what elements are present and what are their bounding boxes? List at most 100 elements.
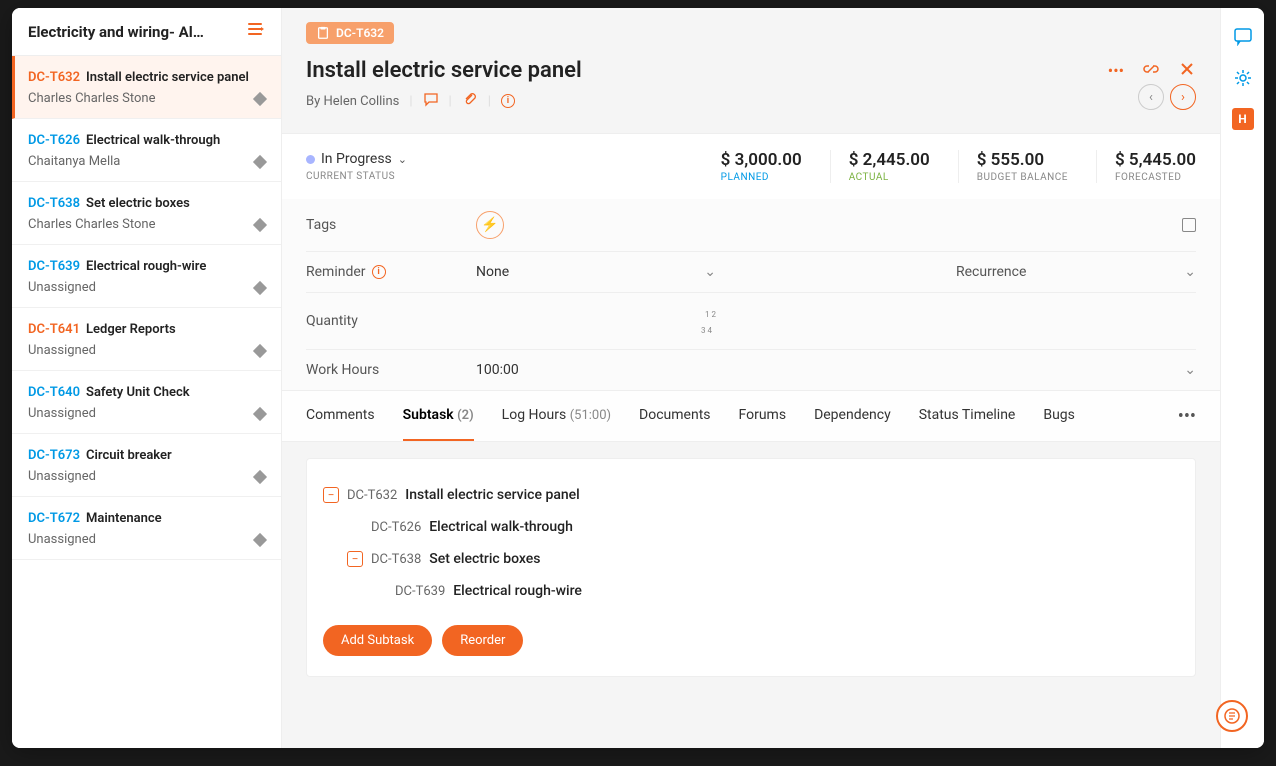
planned-label: PLANNED <box>721 172 802 183</box>
details-section: Tags ⚡ Reminder i None⌄ Recurrence⌄ Quan… <box>282 199 1220 390</box>
tab-timeline[interactable]: Status Timeline <box>919 391 1016 441</box>
clipboard-icon <box>316 26 330 40</box>
task-id-badge[interactable]: DC-T632 <box>306 22 394 44</box>
sidebar-header: Electricity and wiring- Al… ⌄ <box>12 8 281 56</box>
collapse-icon[interactable]: − <box>323 487 339 503</box>
task-name: Set electric boxes <box>86 196 190 211</box>
balance-label: BUDGET BALANCE <box>977 172 1068 183</box>
close-icon[interactable] <box>1178 60 1196 82</box>
task-id: DC-T632 <box>28 70 80 85</box>
status-sublabel: CURRENT STATUS <box>306 171 407 182</box>
prev-button[interactable]: ‹ <box>1138 84 1164 110</box>
task-assignee: Charles Charles Stone <box>28 217 156 232</box>
priority-icon <box>253 91 267 105</box>
subtask-name: Electrical walk-through <box>429 519 573 535</box>
balance-block: $ 555.00 BUDGET BALANCE <box>958 150 1068 183</box>
sidebar: Electricity and wiring- Al… ⌄ DC-T632Ins… <box>12 8 282 748</box>
task-item[interactable]: DC-T626Electrical walk-throughChaitanya … <box>12 119 281 182</box>
task-name: Safety Unit Check <box>86 385 190 400</box>
task-id: DC-T641 <box>28 322 80 337</box>
tab-comments[interactable]: Comments <box>306 391 375 441</box>
priority-icon <box>253 154 267 168</box>
status-dropdown[interactable]: In Progress ⌄ <box>306 151 407 167</box>
badge-id-text: DC-T632 <box>336 26 384 40</box>
subtask-id: DC-T638 <box>371 552 421 567</box>
workhours-value: 100:00 <box>476 362 716 378</box>
chat-panel-icon[interactable] <box>1231 24 1255 48</box>
info-icon[interactable]: i <box>372 265 386 279</box>
actual-value: $ 2,445.00 <box>849 150 930 170</box>
subtask-id: DC-T626 <box>371 520 421 535</box>
subtask-row[interactable]: −DC-T632Install electric service panel <box>323 479 1179 511</box>
copy-icon[interactable] <box>1182 218 1196 232</box>
task-name: Ledger Reports <box>86 322 176 337</box>
settings-icon[interactable] <box>1231 66 1255 90</box>
recurrence-label: Recurrence <box>956 264 1026 280</box>
task-id: DC-T639 <box>28 259 80 274</box>
more-icon[interactable]: ••• <box>1108 61 1124 80</box>
tab-subtask[interactable]: Subtask (2) <box>403 391 474 441</box>
chevron-down-icon[interactable]: ⌄ <box>1184 362 1196 378</box>
chat-icon[interactable] <box>423 91 439 111</box>
tab-documents[interactable]: Documents <box>639 391 710 441</box>
priority-icon <box>253 280 267 294</box>
balance-value: $ 555.00 <box>977 150 1068 170</box>
sidebar-dropdown[interactable]: Electricity and wiring- Al… ⌄ <box>28 23 208 41</box>
task-name: Circuit breaker <box>86 448 172 463</box>
tabs: Comments Subtask (2) Log Hours (51:00) D… <box>282 390 1220 442</box>
add-tag-icon[interactable]: ⚡ <box>476 211 504 239</box>
task-name: Electrical rough-wire <box>86 259 206 274</box>
subtask-row[interactable]: DC-T626 Electrical walk-through <box>323 511 1179 543</box>
task-item[interactable]: DC-T640Safety Unit CheckUnassigned <box>12 371 281 434</box>
task-item[interactable]: DC-T632Install electric service panelCha… <box>12 56 281 119</box>
author-prefix: By <box>306 94 323 109</box>
tab-forums[interactable]: Forums <box>739 391 787 441</box>
actual-label: ACTUAL <box>849 172 930 183</box>
main-panel: DC-T632 Install electric service panel •… <box>282 8 1220 748</box>
nav-arrows: ‹ › <box>1138 84 1196 110</box>
task-assignee: Charles Charles Stone <box>28 91 156 106</box>
chevron-down-icon: ⌄ <box>398 153 407 166</box>
attachment-icon[interactable] <box>462 91 478 111</box>
fab-button[interactable] <box>1216 700 1248 732</box>
task-item[interactable]: DC-T638Set electric boxesCharles Charles… <box>12 182 281 245</box>
tab-dependency[interactable]: Dependency <box>814 391 891 441</box>
task-id: DC-T640 <box>28 385 80 400</box>
task-id: DC-T673 <box>28 448 80 463</box>
recurrence-dropdown[interactable]: Recurrence⌄ <box>956 264 1196 280</box>
subtask-row[interactable]: DC-T639 Electrical rough-wire <box>323 575 1179 607</box>
reminder-dropdown[interactable]: None⌄ <box>476 264 716 280</box>
reminder-label: Reminder <box>306 264 366 280</box>
subtask-panel: −DC-T632Install electric service panelDC… <box>306 458 1196 677</box>
collapse-icon[interactable]: − <box>347 551 363 567</box>
task-assignee: Chaitanya Mella <box>28 154 120 169</box>
reminder-value: None <box>476 264 509 280</box>
subtask-row[interactable]: −DC-T638 Set electric boxes <box>323 543 1179 575</box>
task-item[interactable]: DC-T673Circuit breakerUnassigned <box>12 434 281 497</box>
task-item[interactable]: DC-T639Electrical rough-wireUnassigned <box>12 245 281 308</box>
subtask-id: DC-T639 <box>395 584 445 599</box>
subtask-name: Set electric boxes <box>429 551 540 567</box>
help-badge[interactable]: H <box>1232 108 1254 130</box>
tabs-more-icon[interactable]: ••• <box>1178 406 1196 427</box>
collapse-sidebar-icon[interactable] <box>247 20 265 43</box>
reorder-button[interactable]: Reorder <box>442 625 523 656</box>
task-item[interactable]: DC-T641 Ledger Reports Unassigned <box>12 308 281 371</box>
task-assignee: Unassigned <box>28 343 96 358</box>
tab-loghours[interactable]: Log Hours (51:00) <box>502 391 611 441</box>
next-button[interactable]: › <box>1170 84 1196 110</box>
author-row: By Helen Collins | | | i <box>306 91 515 111</box>
tab-bugs[interactable]: Bugs <box>1043 391 1075 441</box>
priority-icon <box>253 406 267 420</box>
info-icon[interactable]: i <box>501 94 515 108</box>
task-id: DC-T626 <box>28 133 80 148</box>
forecast-label: FORECASTED <box>1115 172 1196 183</box>
task-list: DC-T632Install electric service panelCha… <box>12 56 281 748</box>
task-item[interactable]: DC-T672MaintenanceUnassigned <box>12 497 281 560</box>
add-subtask-button[interactable]: Add Subtask <box>323 625 432 656</box>
page-title: Install electric service panel <box>306 58 582 83</box>
quantity-grid-icon[interactable]: 1 23 4 <box>701 310 716 335</box>
subtask-name: Electrical rough-wire <box>453 583 582 599</box>
link-icon[interactable] <box>1142 60 1160 82</box>
forecast-block: $ 5,445.00 FORECASTED <box>1096 150 1196 183</box>
